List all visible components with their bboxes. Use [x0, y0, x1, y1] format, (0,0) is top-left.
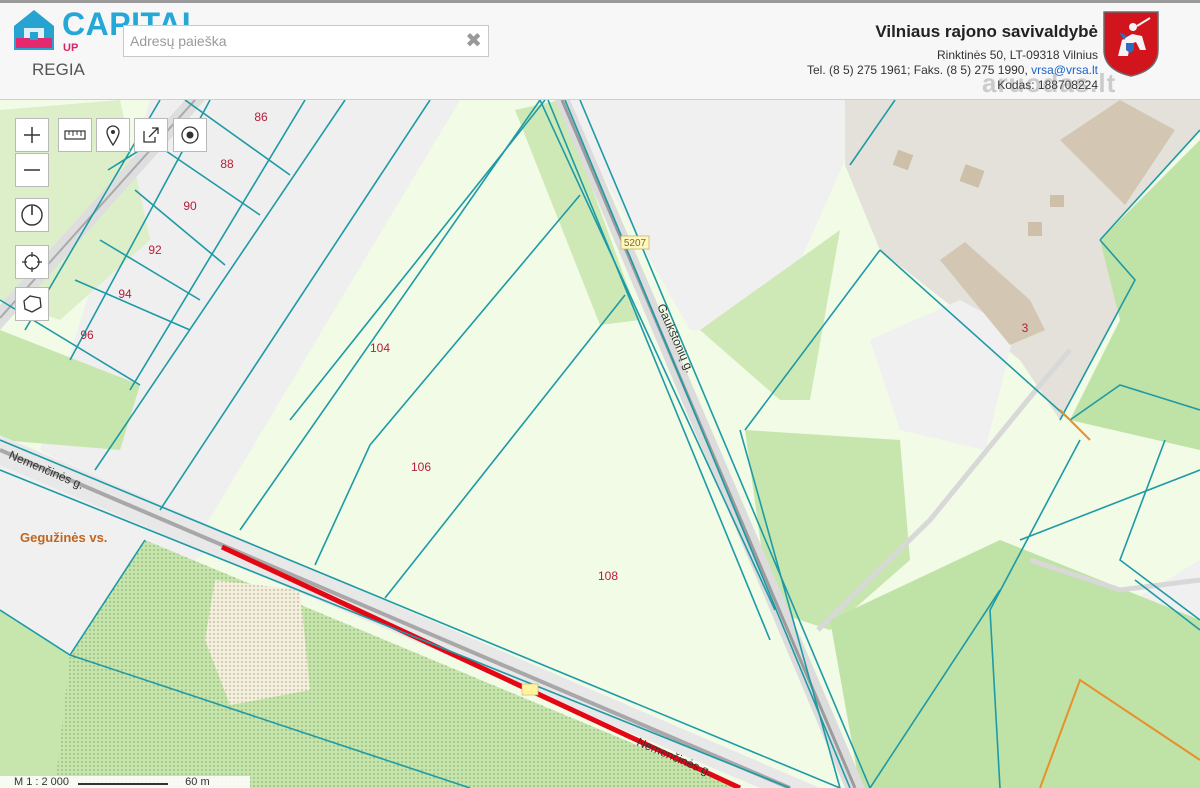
address-search: ✖: [123, 25, 489, 57]
plus-icon: [24, 127, 40, 143]
parcel-label-104: 104: [370, 341, 390, 355]
map-canvas[interactable]: 86 88 90 92 94 96 104 106 108 3 Nemenčin…: [0, 100, 1200, 788]
map-pin-icon: [106, 125, 120, 146]
house-logo-icon: [14, 10, 54, 50]
map-svg: 86 88 90 92 94 96 104 106 108 3 Nemenčin…: [0, 100, 1200, 788]
rotation-reset-button[interactable]: [15, 198, 49, 232]
measure-button[interactable]: [58, 118, 92, 152]
compass-icon: [21, 204, 43, 226]
minus-icon: [24, 169, 40, 171]
ruler-icon: [64, 130, 86, 140]
share-button[interactable]: [134, 118, 168, 152]
watermark: aruodas.lt: [982, 68, 1117, 98]
parcel-label-106: 106: [411, 460, 431, 474]
header-top-line: [0, 0, 1200, 3]
municipality-address: Rinktinės 50, LT-09318 Vilnius: [937, 48, 1098, 62]
target-icon: [181, 126, 199, 144]
parcel-label-90: 90: [183, 199, 197, 213]
parcel-label-86: 86: [254, 110, 268, 124]
address-search-input[interactable]: [124, 26, 466, 56]
parcel-label-88: 88: [220, 157, 234, 171]
parcel-label-92: 92: [148, 243, 162, 257]
header: CAPITAL UP REGIA ✖ Vilniaus rajono saviv…: [0, 0, 1200, 100]
parcel-label-96: 96: [80, 328, 94, 342]
clear-search-icon[interactable]: ✖: [465, 30, 482, 52]
building-small-3: [1028, 222, 1042, 236]
point-info-button[interactable]: [173, 118, 207, 152]
zoom-in-button[interactable]: [15, 118, 49, 152]
road-number-badge-2: [521, 683, 539, 696]
road-number-label: 5207: [624, 238, 647, 249]
scale-bar: M 1 : 2 000 60 m: [0, 776, 250, 788]
brand-sub: UP: [63, 42, 79, 54]
locate-me-button[interactable]: [15, 245, 49, 279]
draw-area-button[interactable]: [15, 287, 49, 321]
polygon-icon: [23, 295, 42, 313]
zoom-out-button[interactable]: [15, 153, 49, 187]
brand-tagline: REGIA: [32, 60, 85, 79]
share-arrow-icon: [143, 127, 159, 143]
area-label-geguzines: Gegužinės vs.: [20, 530, 107, 545]
scale-line: [78, 783, 169, 785]
parcel-label-108: 108: [598, 569, 618, 583]
scale-distance: 60 m: [185, 776, 210, 788]
scale-ratio: M 1 : 2 000: [14, 776, 70, 788]
parcel-label-94: 94: [118, 287, 132, 301]
municipality-name: Vilniaus rajono savivaldybė: [875, 22, 1098, 41]
building-small-4: [1050, 195, 1064, 207]
parcel-label-3: 3: [1022, 321, 1029, 335]
place-marker-button[interactable]: [96, 118, 130, 152]
crosshair-icon: [22, 252, 42, 272]
